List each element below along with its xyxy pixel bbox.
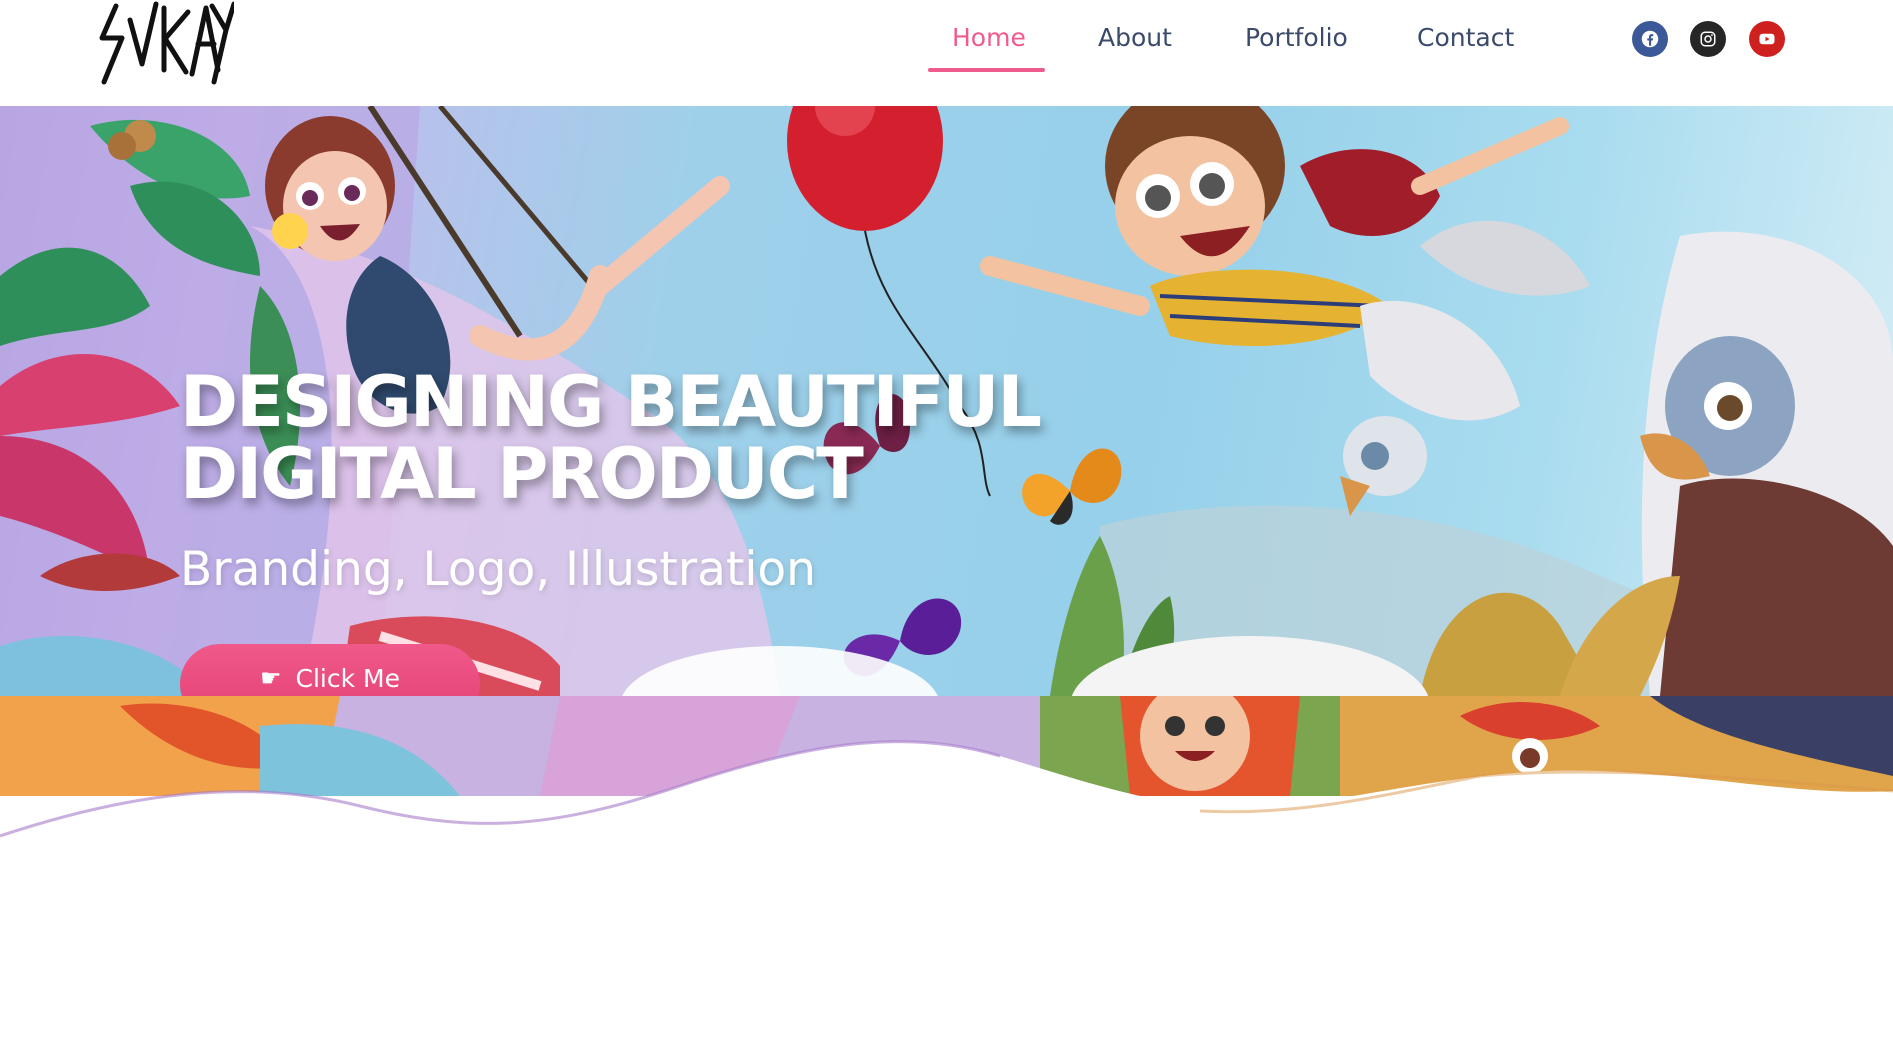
facebook-icon[interactable] xyxy=(1632,21,1668,57)
click-me-button[interactable]: ☛ Click Me xyxy=(180,644,480,696)
nav-portfolio[interactable]: Portfolio xyxy=(1245,20,1348,56)
hero-title: DESIGNING BEAUTIFUL DIGITAL PRODUCT xyxy=(180,366,1080,510)
wave-illustration xyxy=(0,696,1893,856)
svkay-logo[interactable] xyxy=(94,0,234,86)
site-header: Home About Portfolio Contact xyxy=(0,0,1893,106)
click-me-label: Click Me xyxy=(295,664,400,693)
nav-contact[interactable]: Contact xyxy=(1417,20,1514,56)
hero-title-line1: DESIGNING BEAUTIFUL xyxy=(180,361,1042,443)
nav-active-indicator xyxy=(928,68,1045,72)
hero-subtitle: Branding, Logo, Illustration xyxy=(180,542,816,597)
hero-banner: DESIGNING BEAUTIFUL DIGITAL PRODUCT Bran… xyxy=(0,106,1893,696)
hero-text-block: DESIGNING BEAUTIFUL DIGITAL PRODUCT Bran… xyxy=(180,366,1080,597)
hand-pointer-icon: ☛ xyxy=(260,664,282,692)
nav-home[interactable]: Home xyxy=(952,20,1026,56)
hero-title-line2: DIGITAL PRODUCT xyxy=(180,433,864,515)
instagram-icon[interactable] xyxy=(1690,21,1726,57)
nav-about[interactable]: About xyxy=(1098,20,1172,56)
wave-divider xyxy=(0,696,1893,856)
youtube-icon[interactable] xyxy=(1749,21,1785,57)
